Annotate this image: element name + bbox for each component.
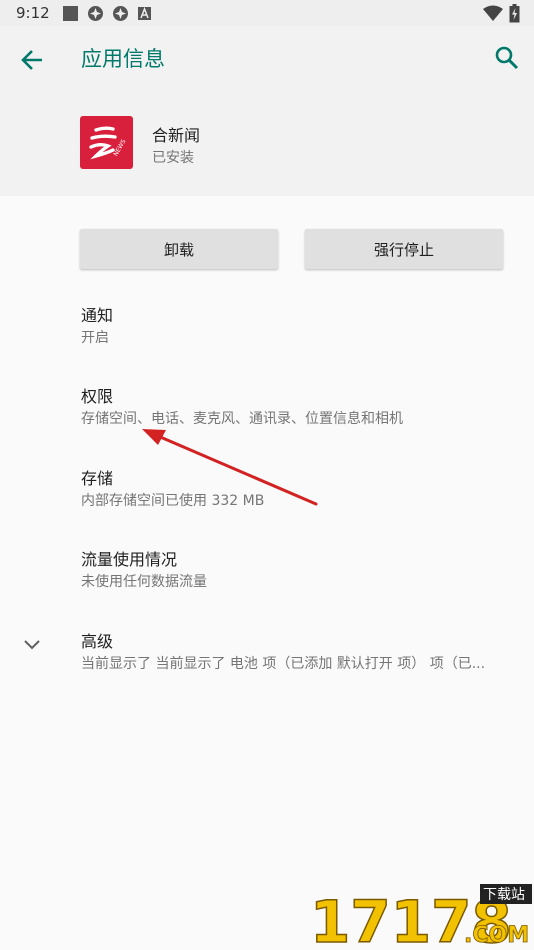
back-button[interactable] (18, 46, 46, 74)
setting-title: 权限 (81, 387, 114, 406)
square-icon (62, 5, 78, 21)
notification-icons (62, 5, 152, 22)
search-icon (495, 46, 519, 70)
setting-permissions[interactable]: 权限 存储空间、电话、麦克风、通讯录、位置信息和相机 (0, 383, 534, 453)
wifi-icon (483, 5, 503, 21)
app-icon: NEWS (80, 116, 133, 169)
gear-flower-icon (112, 5, 128, 21)
setting-summary: 开启 (81, 330, 109, 346)
watermark-logo: 17178 下载站 .COM (309, 884, 532, 950)
setting-data-usage[interactable]: 流量使用情况 未使用任何数据流量 (0, 546, 534, 616)
a-badge-icon (137, 6, 151, 20)
setting-title: 存储 (81, 469, 114, 488)
setting-summary: 内部存储空间已使用 332 MB (81, 493, 265, 509)
battery-icon (509, 4, 520, 23)
arrow-left-icon (21, 50, 42, 70)
app-info-header: 应用信息 NEWS 合新闻 已安装 (0, 26, 534, 196)
setting-advanced[interactable]: 高级 当前显示了 当前显示了 电池 项（已添加 默认打开 项） 项（已... (0, 628, 534, 698)
setting-summary: 未使用任何数据流量 (81, 574, 207, 590)
setting-title: 高级 (81, 632, 114, 651)
app-install-status: 已安装 (152, 150, 194, 166)
status-time: 9:12 (16, 4, 50, 22)
force-stop-button[interactable]: 强行停止 (305, 229, 503, 269)
setting-title: 通知 (81, 306, 114, 325)
status-bar: 9:12 (0, 0, 534, 26)
watermark-domain: .COM (464, 923, 529, 948)
app-name: 合新闻 (152, 126, 201, 145)
setting-summary: 存储空间、电话、麦克风、通讯录、位置信息和相机 (81, 411, 403, 427)
app-logo: NEWS (89, 126, 128, 160)
search-button[interactable] (494, 45, 520, 71)
setting-storage[interactable]: 存储 内部存储空间已使用 332 MB (0, 465, 534, 535)
setting-title: 流量使用情况 (81, 550, 178, 569)
watermark-tag: 下载站 (483, 887, 525, 903)
setting-summary: 当前显示了 当前显示了 电池 项（已添加 默认打开 项） 项（已... (81, 656, 486, 672)
system-icons (483, 4, 520, 23)
app-icon-text: NEWS (112, 138, 127, 157)
uninstall-button[interactable]: 卸载 (80, 229, 278, 269)
gear-flower-icon (87, 5, 103, 21)
setting-notifications[interactable]: 通知 开启 (0, 302, 534, 372)
chevron-down-icon (24, 640, 40, 650)
page-title: 应用信息 (81, 47, 165, 71)
